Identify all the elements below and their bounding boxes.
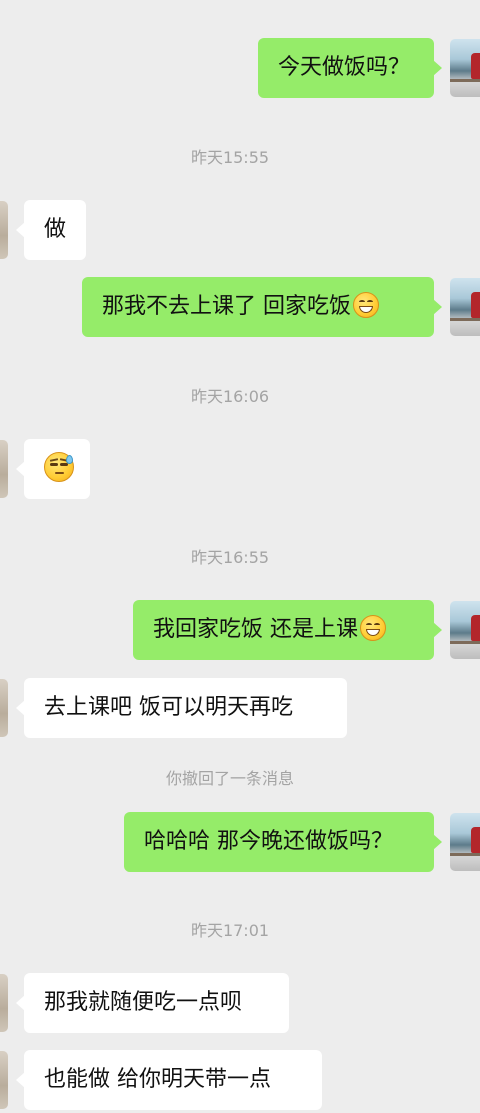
grinning-face-icon <box>360 615 386 641</box>
friend-avatar[interactable] <box>0 974 8 1032</box>
message-bubble-incoming[interactable]: 也能做 给你明天带一点 <box>16 1050 322 1110</box>
message-text: 今天做饭吗？ <box>278 55 411 80</box>
my-avatar[interactable] <box>450 278 480 336</box>
avatar-figure <box>471 53 480 79</box>
message-bubble-incoming[interactable]: 做 <box>16 200 86 260</box>
avatar-rail <box>450 79 480 82</box>
recall-notice: 你撤回了一条消息 <box>165 769 294 788</box>
message-bubble-outgoing[interactable]: 今天做饭吗？ <box>258 38 442 98</box>
message-text: 那我不去上课了 回家吃饭 <box>102 294 351 319</box>
avatar-figure <box>471 827 480 853</box>
message-text: 去上课吧 饭可以明天再吃 <box>44 695 293 720</box>
message-timestamp: 昨天17:01 <box>190 921 270 940</box>
friend-avatar[interactable] <box>0 201 8 259</box>
message-text: 哈哈哈 那今晚还做饭吗？ <box>144 829 393 854</box>
avatar-rail <box>450 318 480 321</box>
message-bubble-outgoing[interactable]: 哈哈哈 那今晚还做饭吗？ <box>124 812 442 872</box>
avatar-rail <box>450 641 480 644</box>
my-avatar[interactable] <box>450 813 480 871</box>
message-bubble-outgoing[interactable]: 我回家吃饭 还是上课 <box>133 600 442 660</box>
friend-avatar[interactable] <box>0 679 8 737</box>
my-avatar[interactable] <box>450 39 480 97</box>
friend-avatar[interactable] <box>0 440 8 498</box>
message-text: 也能做 给你明天带一点 <box>44 1067 271 1092</box>
avatar-rail <box>450 853 480 856</box>
sweat-face-icon <box>44 452 74 482</box>
message-bubble-incoming[interactable]: 去上课吧 饭可以明天再吃 <box>16 678 347 738</box>
message-text: 那我就随便吃一点呗 <box>44 990 243 1015</box>
my-avatar[interactable] <box>450 601 480 659</box>
avatar-figure <box>471 615 480 641</box>
message-text: 做 <box>44 217 67 242</box>
chat-message-list[interactable]: 今天做饭吗？ 昨天15:55 做 那我不去上课了 回家吃饭 昨天16:06 昨天… <box>0 0 480 1113</box>
grinning-face-icon <box>353 292 379 318</box>
message-timestamp: 昨天16:06 <box>190 387 270 406</box>
message-bubble-outgoing[interactable]: 那我不去上课了 回家吃饭 <box>82 277 442 337</box>
avatar-figure <box>471 292 480 318</box>
message-text: 我回家吃饭 还是上课 <box>153 617 358 642</box>
friend-avatar[interactable] <box>0 1051 8 1109</box>
message-timestamp: 昨天15:55 <box>190 148 270 167</box>
message-bubble-incoming[interactable]: 那我就随便吃一点呗 <box>16 973 289 1033</box>
message-timestamp: 昨天16:55 <box>190 548 270 567</box>
message-bubble-incoming[interactable] <box>16 439 90 499</box>
